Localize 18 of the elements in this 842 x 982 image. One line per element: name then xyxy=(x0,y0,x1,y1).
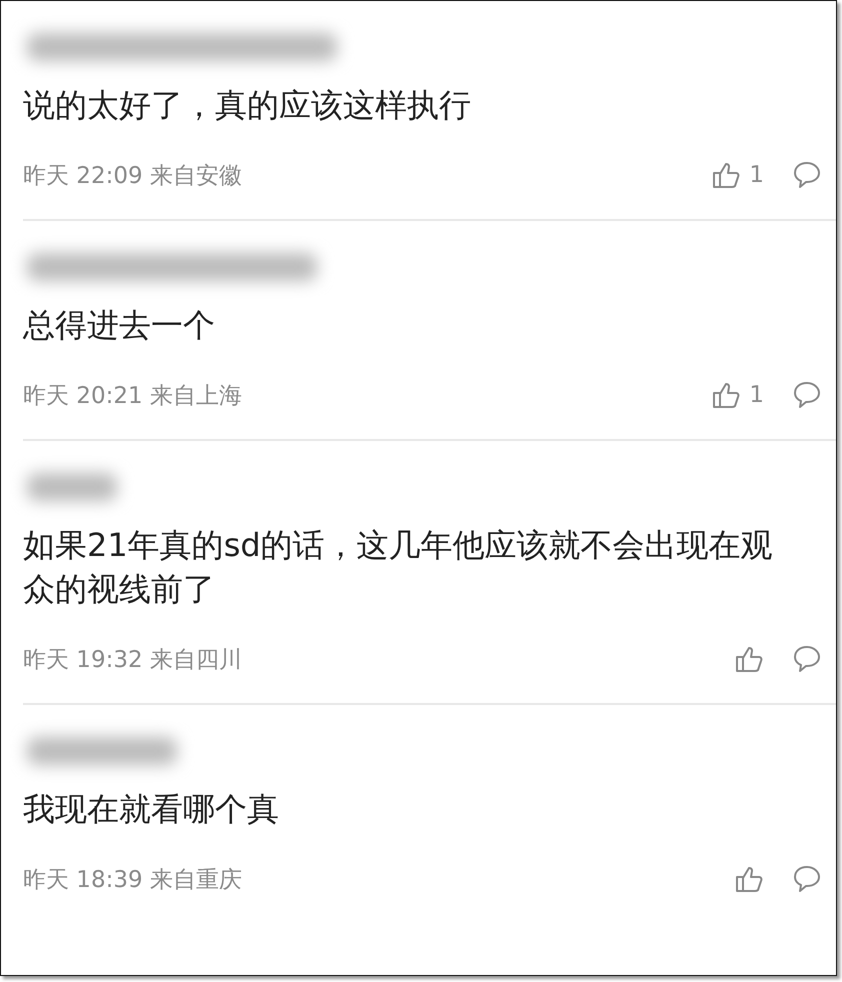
comment-icon[interactable] xyxy=(792,864,822,894)
comment-icon[interactable] xyxy=(792,380,822,410)
like-count: 1 xyxy=(749,382,764,408)
comment-text: 如果21年真的sd的话，这几年他应该就不会出现在观众的视线前了 xyxy=(23,525,774,610)
comment-text: 总得进去一个 xyxy=(23,305,216,346)
comment-icon[interactable] xyxy=(792,644,822,674)
comment-meta: 昨天 18:39 来自重庆 xyxy=(23,866,243,894)
comment-meta: 昨天 22:09 来自安徽 xyxy=(23,162,243,190)
comment-text: 我现在就看哪个真 xyxy=(23,789,280,830)
comment-meta: 昨天 20:21 来自上海 xyxy=(23,382,243,410)
comment-text: 说的太好了，真的应该这样执行 xyxy=(23,85,472,126)
comment-icon[interactable] xyxy=(792,160,822,190)
thumbs-up-icon[interactable] xyxy=(734,864,764,894)
thumbs-up-icon[interactable] xyxy=(711,380,742,410)
thumbs-up-icon[interactable] xyxy=(711,160,742,190)
comment-meta: 昨天 19:32 来自四川 xyxy=(23,646,243,674)
thumbs-up-icon[interactable] xyxy=(734,644,764,674)
like-count: 1 xyxy=(749,162,764,188)
